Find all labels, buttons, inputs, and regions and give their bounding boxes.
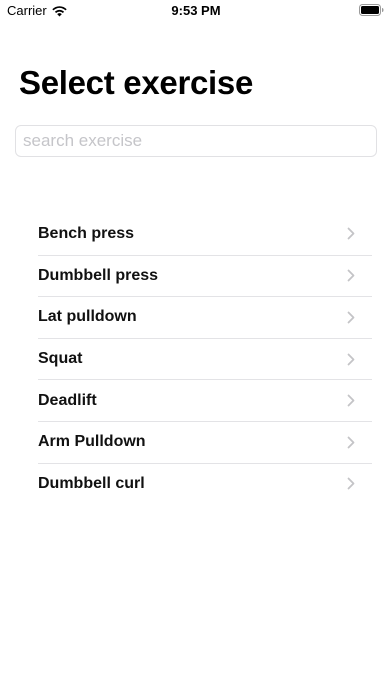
list-item[interactable]: Deadlift xyxy=(38,379,372,421)
list-item-label: Bench press xyxy=(38,224,135,242)
list-item-label: Squat xyxy=(38,350,83,368)
list-item[interactable]: Dumbbell press xyxy=(38,254,372,297)
chevron-right-icon xyxy=(347,436,355,449)
page-title: Select exercise xyxy=(19,64,254,101)
chevron-right-icon xyxy=(347,227,355,240)
list-item[interactable]: Arm Pulldown xyxy=(38,420,372,463)
chevron-right-icon xyxy=(347,477,355,490)
list-item-label: Deadlift xyxy=(38,391,97,409)
search-input[interactable] xyxy=(15,125,377,157)
exercise-list: Bench press Dumbbell press Lat pulldown … xyxy=(0,213,392,504)
status-bar: Carrier 9:53 PM xyxy=(0,0,392,22)
status-time: 9:53 PM xyxy=(171,3,221,18)
chevron-right-icon xyxy=(347,269,355,282)
chevron-right-icon xyxy=(347,394,355,407)
chevron-right-icon xyxy=(347,311,355,324)
list-item-label: Lat pulldown xyxy=(38,308,137,326)
list-item[interactable]: Squat xyxy=(38,337,372,380)
list-item[interactable]: Bench press xyxy=(38,213,372,255)
chevron-right-icon xyxy=(347,353,355,365)
list-item[interactable]: Dumbbell curl xyxy=(38,462,372,505)
list-item[interactable]: Lat pulldown xyxy=(38,296,372,338)
battery-icon xyxy=(359,4,384,16)
list-item-label: Dumbbell curl xyxy=(38,474,145,492)
list-item-label: Dumbbell press xyxy=(38,266,159,284)
list-item-label: Arm Pulldown xyxy=(38,433,146,451)
